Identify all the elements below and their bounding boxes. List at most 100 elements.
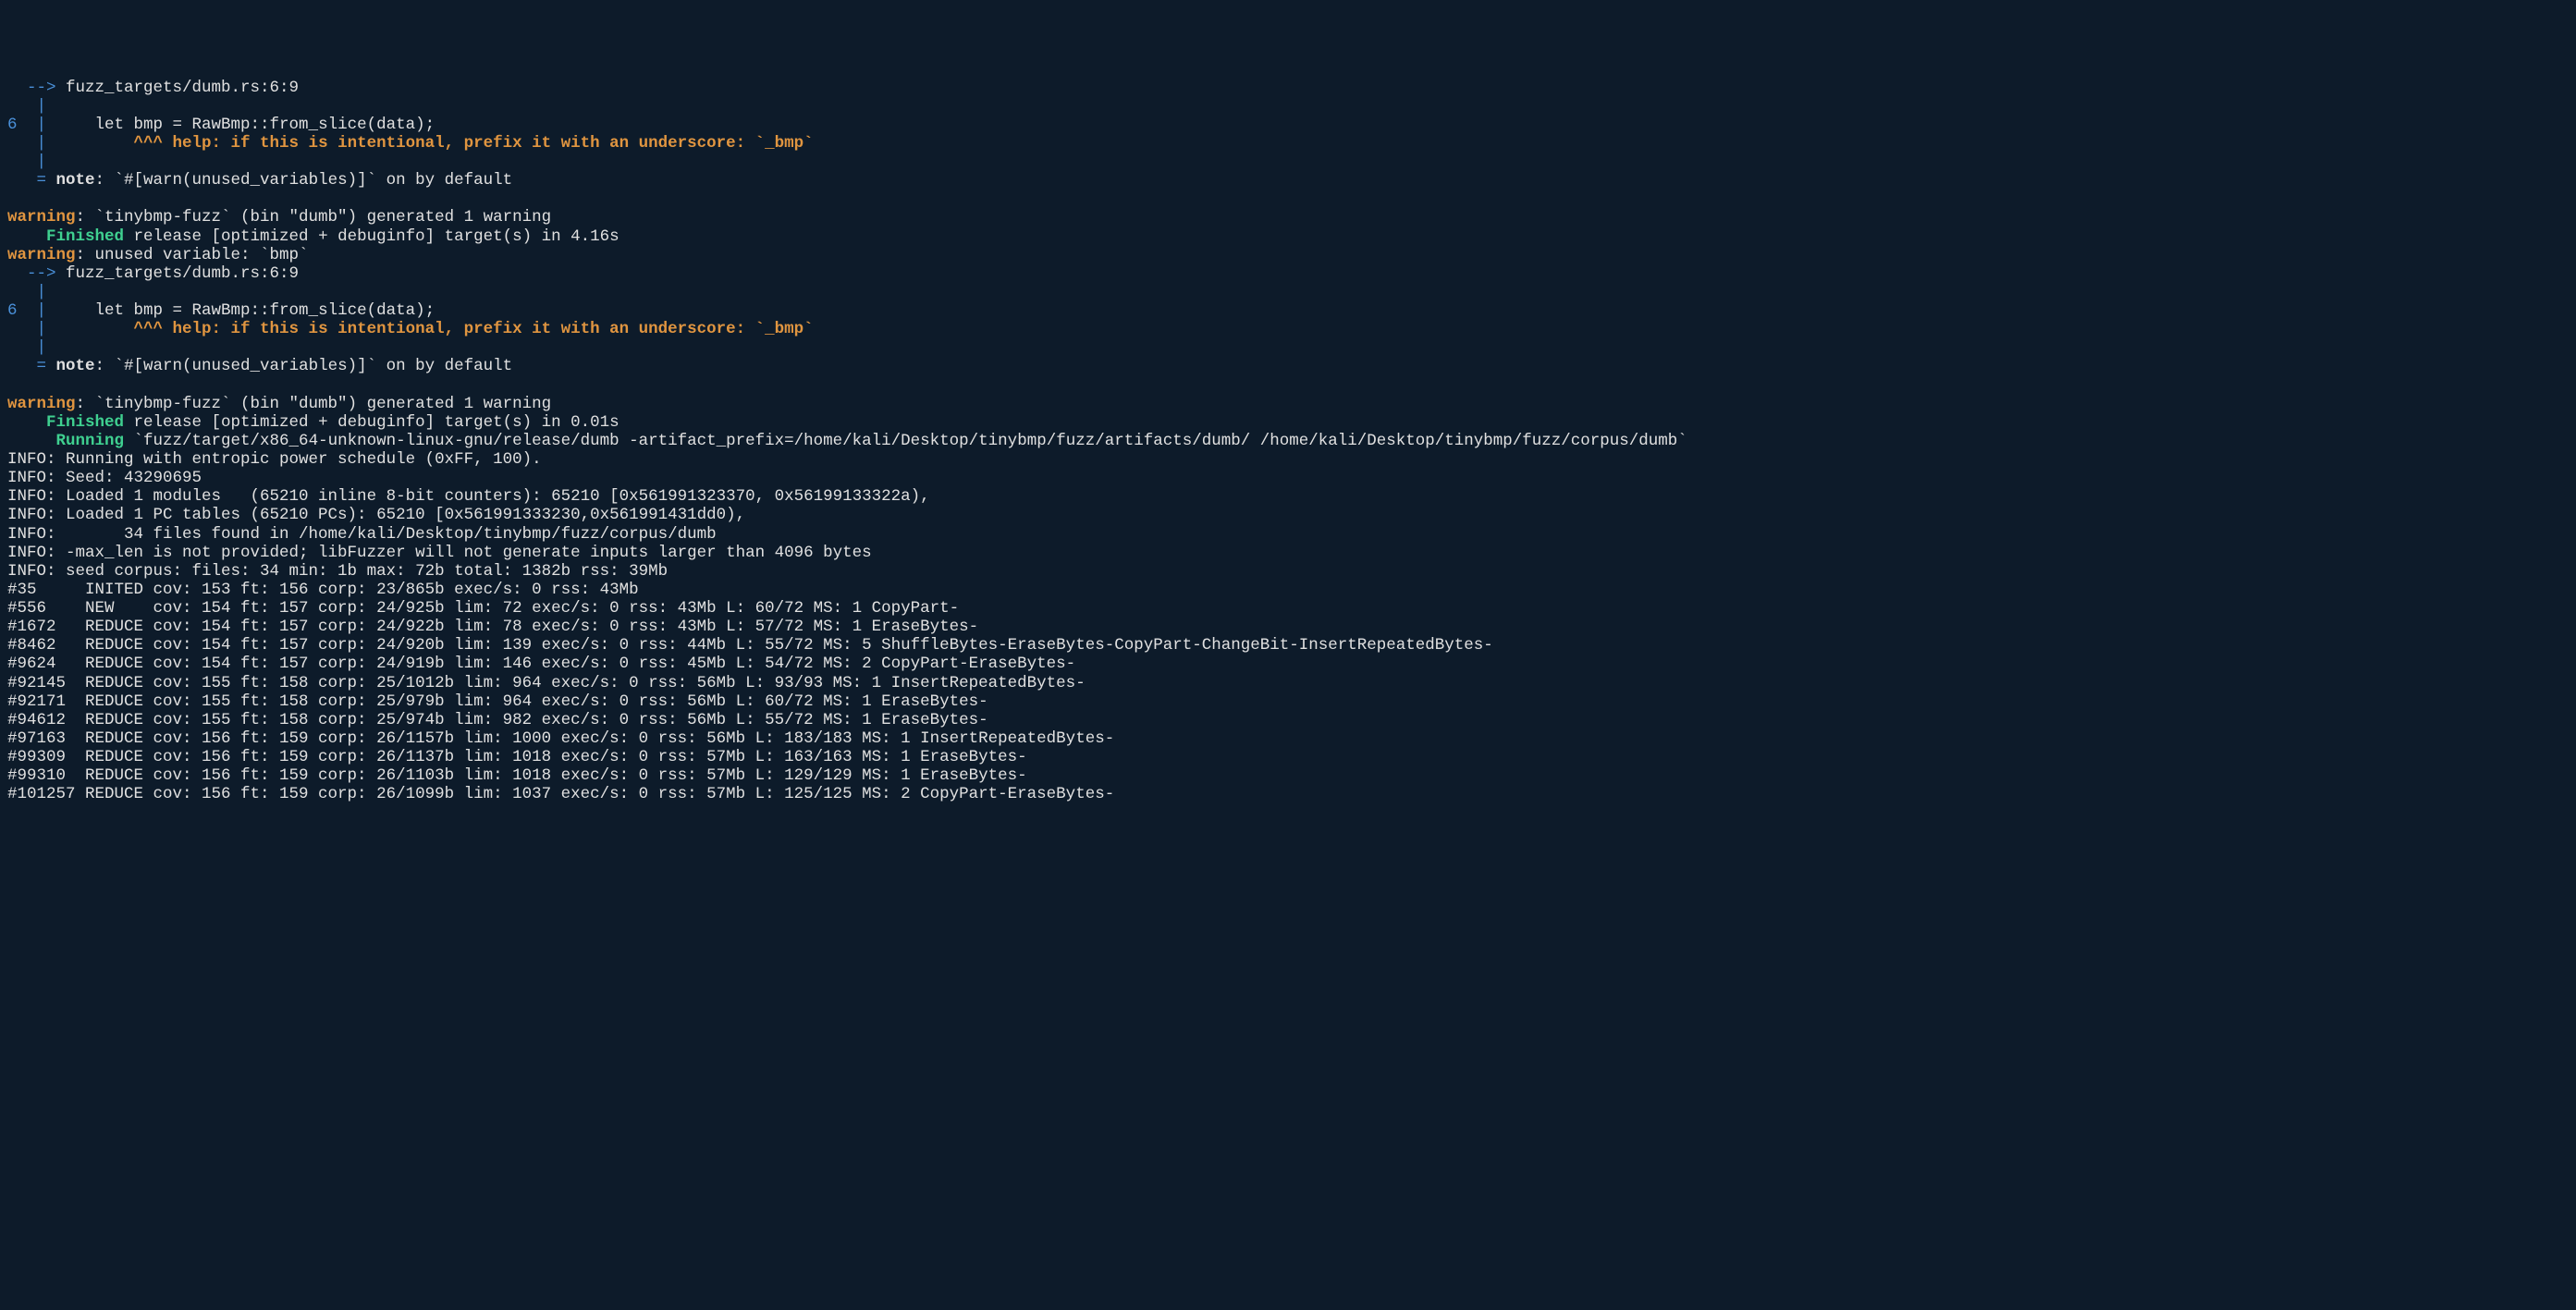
terminal-segment-normal: #92145 REDUCE cov: 155 ft: 158 corp: 25/… bbox=[7, 674, 1086, 692]
terminal-line: = note: `#[warn(unused_variables)]` on b… bbox=[7, 357, 2569, 375]
terminal-line: | bbox=[7, 338, 2569, 357]
terminal-segment-finished: Finished bbox=[46, 413, 124, 432]
terminal-segment-normal bbox=[46, 320, 134, 338]
terminal-segment-normal: let bmp = RawBmp::from_slice(data); bbox=[46, 301, 435, 320]
terminal-line: #94612 REDUCE cov: 155 ft: 158 corp: 25/… bbox=[7, 711, 2569, 729]
terminal-segment-normal: #92171 REDUCE cov: 155 ft: 158 corp: 25/… bbox=[7, 692, 988, 711]
terminal-segment-help: ^^^ help: if this is intentional, prefix… bbox=[134, 134, 814, 153]
terminal-segment-normal bbox=[7, 190, 18, 208]
terminal-line: INFO: Running with entropic power schedu… bbox=[7, 450, 2569, 469]
terminal-segment-normal: #101257 REDUCE cov: 156 ft: 159 corp: 26… bbox=[7, 785, 1114, 803]
terminal-line: = note: `#[warn(unused_variables)]` on b… bbox=[7, 171, 2569, 190]
terminal-segment-normal: #99309 REDUCE cov: 156 ft: 159 corp: 26/… bbox=[7, 748, 1027, 766]
terminal-segment-normal: `fuzz/target/x86_64-unknown-linux-gnu/re… bbox=[124, 432, 1687, 450]
terminal-segment-normal: INFO: seed corpus: files: 34 min: 1b max… bbox=[7, 562, 668, 581]
terminal-segment-linenum: 6 | bbox=[7, 116, 46, 134]
terminal-segment-finished: Finished bbox=[46, 227, 124, 246]
terminal-segment-normal bbox=[7, 227, 46, 246]
terminal-output: --> fuzz_targets/dumb.rs:6:9 |6 | let bm… bbox=[7, 79, 2569, 804]
terminal-segment-normal: : `#[warn(unused_variables)]` on by defa… bbox=[95, 357, 513, 375]
terminal-line bbox=[7, 376, 2569, 395]
terminal-segment-pipe: | bbox=[7, 338, 46, 357]
terminal-segment-pipe: | bbox=[7, 153, 46, 171]
terminal-segment-normal: #1672 REDUCE cov: 154 ft: 157 corp: 24/9… bbox=[7, 618, 978, 636]
terminal-segment-warning: warning bbox=[7, 208, 76, 226]
terminal-line: Finished release [optimized + debuginfo]… bbox=[7, 227, 2569, 246]
terminal-segment-running: Running bbox=[56, 432, 125, 450]
terminal-line: #97163 REDUCE cov: 156 ft: 159 corp: 26/… bbox=[7, 729, 2569, 748]
terminal-line: #35 INITED cov: 153 ft: 156 corp: 23/865… bbox=[7, 581, 2569, 599]
terminal-line: --> fuzz_targets/dumb.rs:6:9 bbox=[7, 264, 2569, 283]
terminal-segment-normal: #35 INITED cov: 153 ft: 156 corp: 23/865… bbox=[7, 581, 639, 599]
terminal-segment-normal: INFO: 34 files found in /home/kali/Deskt… bbox=[7, 525, 717, 544]
terminal-segment-normal: #99310 REDUCE cov: 156 ft: 159 corp: 26/… bbox=[7, 766, 1027, 785]
terminal-segment-normal: INFO: -max_len is not provided; libFuzze… bbox=[7, 544, 872, 562]
terminal-segment-pipe: | bbox=[7, 134, 46, 153]
terminal-segment-normal: INFO: Seed: 43290695 bbox=[7, 469, 202, 487]
terminal-line: --> fuzz_targets/dumb.rs:6:9 bbox=[7, 79, 2569, 97]
terminal-segment-note-eq: = bbox=[7, 171, 56, 190]
terminal-segment-normal bbox=[7, 432, 56, 450]
terminal-line: #9624 REDUCE cov: 154 ft: 157 corp: 24/9… bbox=[7, 655, 2569, 673]
terminal-line: #556 NEW cov: 154 ft: 157 corp: 24/925b … bbox=[7, 599, 2569, 618]
terminal-segment-normal: INFO: Loaded 1 PC tables (65210 PCs): 65… bbox=[7, 506, 745, 524]
terminal-segment-pipe: | bbox=[7, 97, 46, 116]
terminal-segment-normal: #94612 REDUCE cov: 155 ft: 158 corp: 25/… bbox=[7, 711, 988, 729]
terminal-line: 6 | let bmp = RawBmp::from_slice(data); bbox=[7, 116, 2569, 134]
terminal-segment-normal: : `#[warn(unused_variables)]` on by defa… bbox=[95, 171, 513, 190]
terminal-line bbox=[7, 190, 2569, 208]
terminal-segment-arrow: --> bbox=[7, 264, 56, 283]
terminal-line: #99310 REDUCE cov: 156 ft: 159 corp: 26/… bbox=[7, 766, 2569, 785]
terminal-line: warning: `tinybmp-fuzz` (bin "dumb") gen… bbox=[7, 208, 2569, 226]
terminal-segment-warning: warning bbox=[7, 395, 76, 413]
terminal-line: INFO: Seed: 43290695 bbox=[7, 469, 2569, 487]
terminal-segment-pipe: | bbox=[7, 283, 46, 301]
terminal-segment-normal: #97163 REDUCE cov: 156 ft: 159 corp: 26/… bbox=[7, 729, 1114, 748]
terminal-segment-normal: fuzz_targets/dumb.rs:6:9 bbox=[56, 79, 300, 97]
terminal-segment-normal: : `tinybmp-fuzz` (bin "dumb") generated … bbox=[76, 395, 552, 413]
terminal-line: #1672 REDUCE cov: 154 ft: 157 corp: 24/9… bbox=[7, 618, 2569, 636]
terminal-segment-normal: : `tinybmp-fuzz` (bin "dumb") generated … bbox=[76, 208, 552, 226]
terminal-segment-normal: INFO: Loaded 1 modules (65210 inline 8-b… bbox=[7, 487, 930, 506]
terminal-line: #101257 REDUCE cov: 156 ft: 159 corp: 26… bbox=[7, 785, 2569, 803]
terminal-segment-note-label: note bbox=[56, 357, 95, 375]
terminal-line: #92145 REDUCE cov: 155 ft: 158 corp: 25/… bbox=[7, 674, 2569, 692]
terminal-segment-normal bbox=[46, 134, 134, 153]
terminal-segment-normal: #9624 REDUCE cov: 154 ft: 157 corp: 24/9… bbox=[7, 655, 1075, 673]
terminal-line: Finished release [optimized + debuginfo]… bbox=[7, 413, 2569, 432]
terminal-segment-normal bbox=[7, 413, 46, 432]
terminal-segment-normal: release [optimized + debuginfo] target(s… bbox=[124, 227, 619, 246]
terminal-segment-normal: fuzz_targets/dumb.rs:6:9 bbox=[56, 264, 300, 283]
terminal-line: INFO: Loaded 1 PC tables (65210 PCs): 65… bbox=[7, 506, 2569, 524]
terminal-segment-note-label: note bbox=[56, 171, 95, 190]
terminal-segment-normal: INFO: Running with entropic power schedu… bbox=[7, 450, 542, 469]
terminal-segment-pipe: | bbox=[7, 320, 46, 338]
terminal-segment-normal: #556 NEW cov: 154 ft: 157 corp: 24/925b … bbox=[7, 599, 959, 618]
terminal-line: Running `fuzz/target/x86_64-unknown-linu… bbox=[7, 432, 2569, 450]
terminal-segment-help: ^^^ help: if this is intentional, prefix… bbox=[134, 320, 814, 338]
terminal-line: warning: unused variable: `bmp` bbox=[7, 246, 2569, 264]
terminal-segment-normal: : unused variable: `bmp` bbox=[76, 246, 309, 264]
terminal-line: #92171 REDUCE cov: 155 ft: 158 corp: 25/… bbox=[7, 692, 2569, 711]
terminal-line: | bbox=[7, 153, 2569, 171]
terminal-line: | bbox=[7, 283, 2569, 301]
terminal-line: 6 | let bmp = RawBmp::from_slice(data); bbox=[7, 301, 2569, 320]
terminal-line: | bbox=[7, 97, 2569, 116]
terminal-line: | ^^^ help: if this is intentional, pref… bbox=[7, 320, 2569, 338]
terminal-line: #8462 REDUCE cov: 154 ft: 157 corp: 24/9… bbox=[7, 636, 2569, 655]
terminal-segment-normal: let bmp = RawBmp::from_slice(data); bbox=[46, 116, 435, 134]
terminal-segment-normal bbox=[7, 376, 18, 395]
terminal-line: INFO: 34 files found in /home/kali/Deskt… bbox=[7, 525, 2569, 544]
terminal-line: | ^^^ help: if this is intentional, pref… bbox=[7, 134, 2569, 153]
terminal-line: INFO: Loaded 1 modules (65210 inline 8-b… bbox=[7, 487, 2569, 506]
terminal-segment-arrow: --> bbox=[7, 79, 56, 97]
terminal-line: warning: `tinybmp-fuzz` (bin "dumb") gen… bbox=[7, 395, 2569, 413]
terminal-segment-normal: #8462 REDUCE cov: 154 ft: 157 corp: 24/9… bbox=[7, 636, 1493, 655]
terminal-segment-note-eq: = bbox=[7, 357, 56, 375]
terminal-segment-linenum: 6 | bbox=[7, 301, 46, 320]
terminal-line: #99309 REDUCE cov: 156 ft: 159 corp: 26/… bbox=[7, 748, 2569, 766]
terminal-segment-warning: warning bbox=[7, 246, 76, 264]
terminal-line: INFO: seed corpus: files: 34 min: 1b max… bbox=[7, 562, 2569, 581]
terminal-line: INFO: -max_len is not provided; libFuzze… bbox=[7, 544, 2569, 562]
terminal-segment-normal: release [optimized + debuginfo] target(s… bbox=[124, 413, 619, 432]
